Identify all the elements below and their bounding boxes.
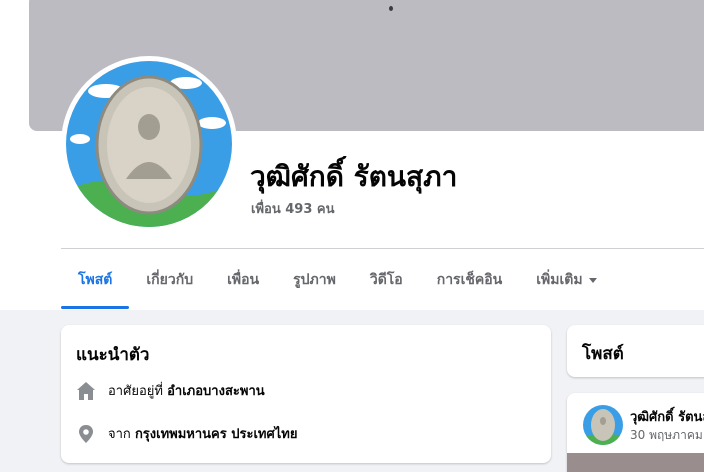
- tab-label: รูปภาพ: [293, 272, 336, 288]
- tab-photos[interactable]: รูปภาพ: [276, 254, 353, 306]
- profile-name: วุฒิศักดิ์ รัตนสุภา: [250, 160, 458, 193]
- location-pin-icon: [76, 424, 96, 444]
- post-author-avatar[interactable]: [583, 405, 623, 445]
- profile-tabs: โพสต์ เกี่ยวกับ เพื่อน รูปภาพ วิดีโอ การ…: [61, 254, 614, 310]
- post-card: วุฒิศักดิ์ รัตนสุภา 30 พฤษภาคม: [567, 393, 704, 472]
- tab-friends[interactable]: เพื่อน: [210, 254, 276, 306]
- tab-label: เกี่ยวกับ: [146, 272, 194, 288]
- tab-label: โพสต์: [78, 272, 113, 288]
- home-icon: [76, 381, 96, 401]
- tab-label: เพื่อน: [227, 272, 260, 288]
- tab-checkins[interactable]: การเช็คอิน: [420, 254, 520, 306]
- cover-speck: [389, 6, 393, 11]
- from-place[interactable]: กรุงเทพมหานคร ประเทศไทย: [135, 423, 298, 444]
- friend-count[interactable]: เพื่อน 493 คน: [251, 198, 334, 219]
- tab-label: การเช็คอิน: [436, 272, 503, 288]
- post-image[interactable]: [567, 453, 704, 472]
- lives-in-row: อาศัยอยู่ที่ อำเภอบางสะพาน: [76, 380, 265, 401]
- tab-videos[interactable]: วิดีโอ: [353, 254, 420, 306]
- tab-label: เพิ่มเติม: [536, 272, 583, 288]
- lives-in-prefix: อาศัยอยู่ที่: [108, 384, 163, 399]
- from-prefix: จาก: [108, 427, 131, 442]
- posts-card: โพสต์: [567, 325, 704, 377]
- posts-title: โพสต์: [582, 344, 624, 364]
- tab-more[interactable]: เพิ่มเติม: [519, 254, 613, 306]
- intro-title: แนะนำตัว: [76, 345, 150, 365]
- from-row: จาก กรุงเทพมหานคร ประเทศไทย: [76, 423, 297, 444]
- tab-label: วิดีโอ: [369, 272, 403, 288]
- profile-avatar[interactable]: [66, 61, 232, 227]
- intro-card: แนะนำตัว อาศัยอยู่ที่ อำเภอบางสะพาน จาก …: [61, 325, 551, 463]
- tab-posts[interactable]: โพสต์: [61, 254, 130, 309]
- post-author-name[interactable]: วุฒิศักดิ์ รัตนสุภา: [630, 406, 704, 427]
- header-divider: [61, 248, 704, 249]
- lives-in-place[interactable]: อำเภอบางสะพาน: [167, 380, 265, 401]
- post-date[interactable]: 30 พฤษภาคม: [630, 426, 703, 445]
- tab-about[interactable]: เกี่ยวกับ: [129, 254, 210, 306]
- caret-down-icon: [588, 277, 597, 283]
